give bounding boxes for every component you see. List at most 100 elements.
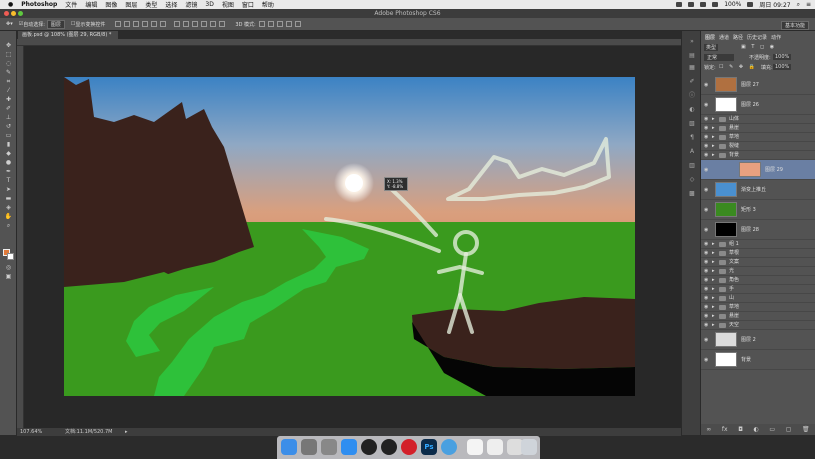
menu-3d[interactable]: 3D — [205, 1, 213, 8]
expand-arrow-icon[interactable]: ▸ — [712, 312, 715, 321]
status-icon[interactable] — [676, 2, 683, 7]
properties-icon[interactable]: ▦ — [688, 65, 696, 71]
visibility-eye-icon[interactable]: ◉ — [704, 124, 710, 133]
new-group-icon[interactable]: ▭ — [769, 426, 775, 433]
lock-icons[interactable]: ☐ ✎ ✥ 🔒 — [719, 64, 757, 70]
layer-group-row[interactable]: ◉ ▸ 草地 — [701, 303, 815, 312]
tab-layers[interactable]: 图层 — [705, 34, 715, 42]
workspace-switcher[interactable]: 基本功能 — [780, 21, 809, 30]
menu-view[interactable]: 视图 — [222, 0, 234, 9]
battery-icon[interactable] — [747, 2, 754, 7]
artboard-canvas[interactable]: X: 1.3% Y: -8.8% — [64, 77, 635, 396]
layer-thumbnail[interactable] — [715, 77, 737, 92]
tab-actions[interactable]: 动作 — [771, 34, 781, 42]
visibility-eye-icon[interactable]: ◉ — [704, 350, 710, 370]
auto-select-dropdown[interactable]: 图层 — [46, 19, 65, 29]
delete-layer-icon[interactable]: 🗑 — [802, 426, 810, 433]
expand-arrow-icon[interactable]: ▸ — [712, 303, 715, 312]
volume-icon[interactable] — [712, 2, 719, 7]
trash-icon[interactable] — [521, 439, 537, 455]
shape-tool-icon[interactable]: ▬ — [4, 196, 13, 202]
layer-group-row[interactable]: ◉ ▸ 山 — [701, 294, 815, 303]
layer-thumbnail[interactable] — [715, 182, 737, 197]
align-bottom-icon[interactable] — [133, 21, 140, 27]
visibility-eye-icon[interactable]: ◉ — [704, 151, 710, 160]
vertical-ruler[interactable] — [17, 46, 24, 428]
adjustment-layer-icon[interactable]: ◐ — [754, 426, 759, 433]
3d-roll-icon[interactable] — [267, 21, 274, 27]
info-icon[interactable]: ⓘ — [688, 93, 696, 99]
history-brush-icon[interactable]: ↺ — [4, 124, 13, 130]
screen-mode-icon[interactable]: ▣ — [4, 274, 13, 280]
gradient-tool-icon[interactable]: ▮ — [4, 142, 13, 148]
clone-stamp-icon[interactable]: ⊥ — [4, 115, 13, 121]
collapse-icon[interactable]: » — [688, 39, 696, 45]
visibility-eye-icon[interactable]: ◉ — [704, 142, 710, 151]
3d-tool-icon[interactable]: ◈ — [4, 205, 13, 211]
safari-icon[interactable] — [341, 439, 357, 455]
blend-mode-dropdown[interactable]: 正常 — [704, 54, 734, 61]
layer-group-row[interactable]: ◉ ▸ 悬崖 — [701, 124, 815, 133]
minimize-window-icon[interactable] — [11, 11, 16, 16]
expand-arrow-icon[interactable]: ▸ — [712, 249, 715, 258]
notification-center-icon[interactable]: ≡ — [806, 1, 811, 8]
preview-icon[interactable] — [467, 439, 483, 455]
spotlight-icon[interactable]: ⌕ — [797, 1, 800, 9]
visibility-eye-icon[interactable]: ◉ — [704, 276, 710, 285]
visibility-eye-icon[interactable]: ◉ — [704, 267, 710, 276]
files-icon[interactable] — [487, 439, 503, 455]
distribute-top-icon[interactable] — [174, 21, 181, 27]
menu-app-name[interactable]: Photoshop — [21, 1, 57, 8]
expand-arrow-icon[interactable]: ▸ — [712, 240, 715, 249]
qq-icon[interactable] — [361, 439, 377, 455]
menu-filter[interactable]: 滤镜 — [185, 0, 197, 9]
visibility-eye-icon[interactable]: ◉ — [704, 180, 710, 200]
zoom-level[interactable]: 107.64% — [20, 428, 42, 436]
close-window-icon[interactable] — [4, 11, 9, 16]
layer-thumbnail[interactable] — [715, 352, 737, 367]
layer-row[interactable]: ◉ 图层 28 — [701, 220, 815, 240]
character-icon[interactable]: A — [688, 149, 696, 155]
eyedropper-tool-icon[interactable]: ⁄ — [4, 88, 13, 94]
launchpad-icon[interactable] — [301, 439, 317, 455]
link-layers-icon[interactable]: ∞ — [706, 426, 711, 433]
visibility-eye-icon[interactable]: ◉ — [704, 285, 710, 294]
visibility-eye-icon[interactable]: ◉ — [704, 75, 710, 95]
layer-group-row[interactable]: ◉ ▸ 组 1 — [701, 240, 815, 249]
align-right-icon[interactable] — [160, 21, 167, 27]
layer-row[interactable]: ◉ 图层 2 — [701, 330, 815, 350]
quick-mask-icon[interactable]: ◎ — [4, 265, 13, 271]
horizontal-ruler[interactable] — [17, 39, 681, 46]
pen-tool-icon[interactable]: ✒ — [4, 169, 13, 175]
layer-group-row[interactable]: ◉ ▸ 文案 — [701, 258, 815, 267]
menu-window[interactable]: 窗口 — [242, 0, 254, 9]
layer-group-row[interactable]: ◉ ▸ 草根 — [701, 249, 815, 258]
healing-brush-icon[interactable]: ✚ — [4, 97, 13, 103]
layer-comps-icon[interactable]: ▥ — [688, 163, 696, 169]
expand-arrow-icon[interactable]: ▸ — [712, 294, 715, 303]
expand-arrow-icon[interactable]: ▸ — [712, 258, 715, 267]
layer-group-row[interactable]: ◉ ▸ 裂缝 — [701, 142, 815, 151]
layer-group-row[interactable]: ◉ ▸ 悬崖 — [701, 312, 815, 321]
layer-row[interactable]: ◉ 渐变上推丘 — [701, 180, 815, 200]
hand-tool-icon[interactable]: ✋ — [4, 214, 13, 220]
visibility-eye-icon[interactable]: ◉ — [704, 258, 710, 267]
quick-select-tool-icon[interactable]: ✎ — [4, 70, 13, 76]
visibility-eye-icon[interactable]: ◉ — [704, 321, 710, 330]
layer-thumbnail[interactable] — [715, 202, 737, 217]
visibility-eye-icon[interactable]: ◉ — [704, 200, 710, 220]
visibility-eye-icon[interactable]: ◉ — [704, 115, 710, 124]
brush-panel-icon[interactable]: ✐ — [688, 79, 696, 85]
layer-row[interactable]: ◉ 背景 — [701, 350, 815, 370]
visibility-eye-icon[interactable]: ◉ — [704, 160, 710, 180]
layer-group-row[interactable]: ◉ ▸ 草地 — [701, 133, 815, 142]
apple-icon[interactable]: ● — [8, 1, 13, 8]
navigator-icon[interactable]: ◇ — [688, 177, 696, 183]
paragraph-icon[interactable]: ¶ — [688, 135, 696, 141]
layer-group-row[interactable]: ◉ ▸ 山体 — [701, 115, 815, 124]
layer-kind-filter[interactable]: 类型 — [704, 44, 719, 51]
layer-mask-icon[interactable]: ◘ — [738, 426, 743, 433]
distribute-bottom-icon[interactable] — [192, 21, 199, 27]
artwork[interactable] — [64, 77, 635, 396]
dodge-tool-icon[interactable]: ● — [4, 160, 13, 166]
